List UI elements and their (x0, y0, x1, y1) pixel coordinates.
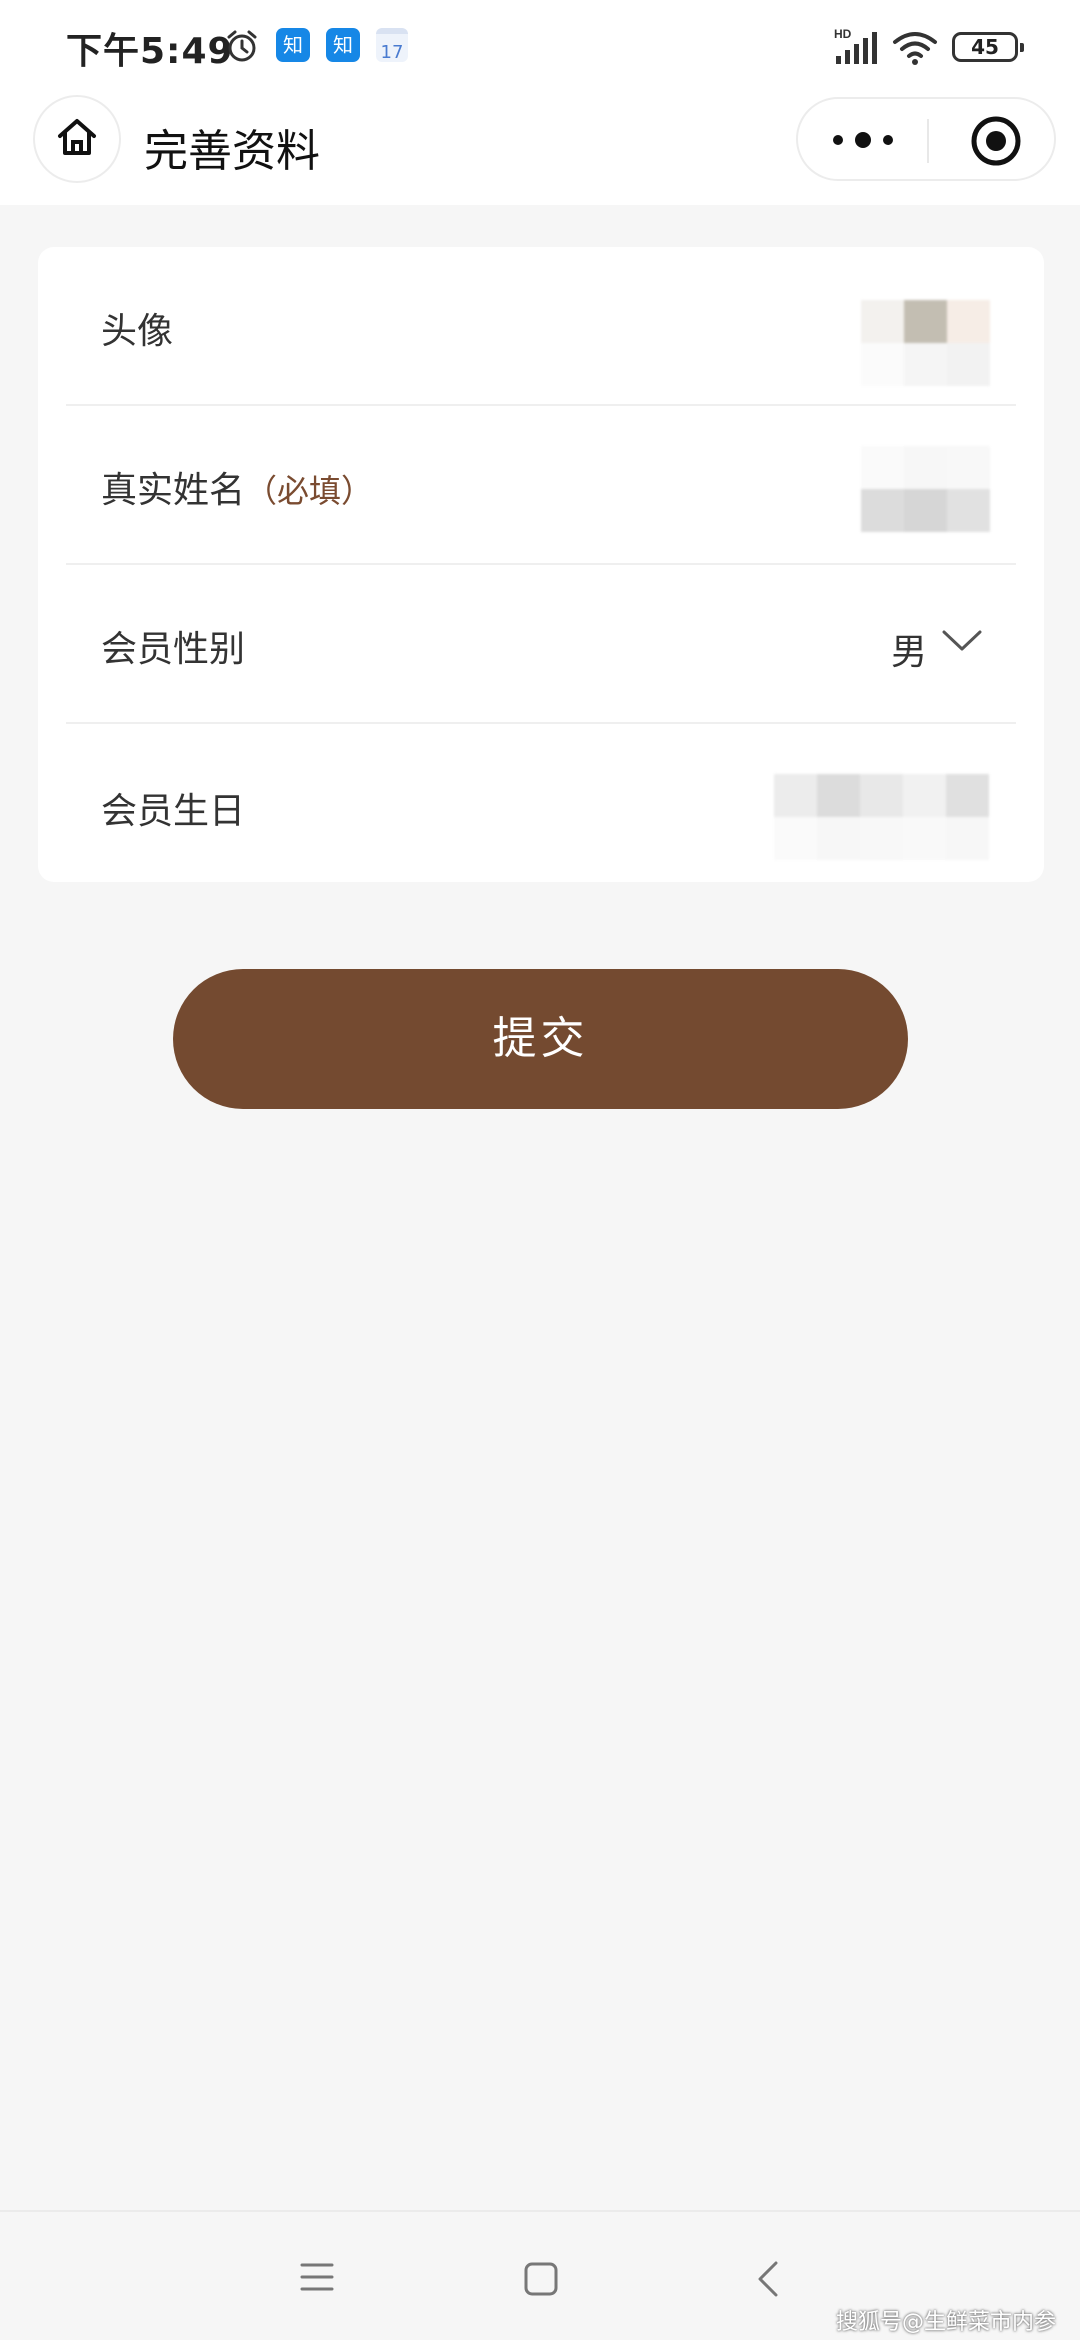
real-name-input[interactable] (861, 446, 990, 532)
status-bar: 下午5:49 知 知 17 HD 45 (0, 0, 1080, 95)
gender-value[interactable]: 男 (891, 623, 927, 675)
gender-row[interactable]: 会员性别 男 (38, 565, 1044, 724)
system-nav-bar: 搜狐号@生鲜菜市内参 (0, 2210, 1080, 2340)
back-icon[interactable] (756, 2260, 780, 2302)
birthday-row[interactable]: 会员生日 (38, 724, 1044, 883)
home-icon (55, 115, 99, 163)
page-title: 完善资料 (144, 126, 320, 177)
chevron-down-icon[interactable] (941, 623, 983, 663)
real-name-label: 真实姓名（必填） (101, 461, 373, 513)
gender-label: 会员性别 (101, 629, 246, 670)
real-name-row: 真实姓名（必填） (38, 406, 1044, 565)
avatar-image[interactable] (861, 300, 990, 386)
cellular-signal-icon: HD (834, 26, 882, 70)
network-label: HD (834, 27, 852, 41)
real-name-label-text: 真实姓名 (101, 470, 246, 511)
zhihu-app-icon: 知 (276, 28, 310, 62)
nav-bar: 完善资料 (0, 95, 1080, 205)
more-icon[interactable] (828, 125, 898, 155)
avatar-row[interactable]: 头像 (38, 247, 1044, 406)
profile-form-card: 头像 真实姓名（必填） 会员性别 男 会员生日 (38, 247, 1044, 882)
avatar-label: 头像 (101, 311, 174, 352)
submit-button[interactable]: 提交 (173, 969, 908, 1109)
birthday-label: 会员生日 (101, 791, 246, 832)
battery-indicator: 45 (952, 32, 1024, 62)
calendar-icon: 17 (376, 28, 408, 63)
status-time: 下午5:49 (66, 31, 234, 72)
home-button[interactable] (33, 95, 121, 183)
menu-icon[interactable] (300, 2262, 334, 2296)
birthday-value[interactable] (774, 774, 989, 860)
wifi-icon (892, 30, 938, 70)
home-square-icon[interactable] (524, 2262, 558, 2300)
watermark: 搜狐号@生鲜菜市内参 (835, 2310, 1056, 2335)
required-hint: （必填） (245, 472, 374, 510)
alarm-icon (224, 28, 260, 68)
screen: 下午5:49 知 知 17 HD 45 完善资料 头像 真实姓名（必填） 会员性… (0, 0, 1080, 2340)
capsule-divider (927, 119, 929, 163)
zhihu-app-icon-2: 知 (326, 28, 360, 62)
close-target-icon[interactable] (968, 113, 1024, 173)
mini-program-capsule (796, 97, 1056, 181)
